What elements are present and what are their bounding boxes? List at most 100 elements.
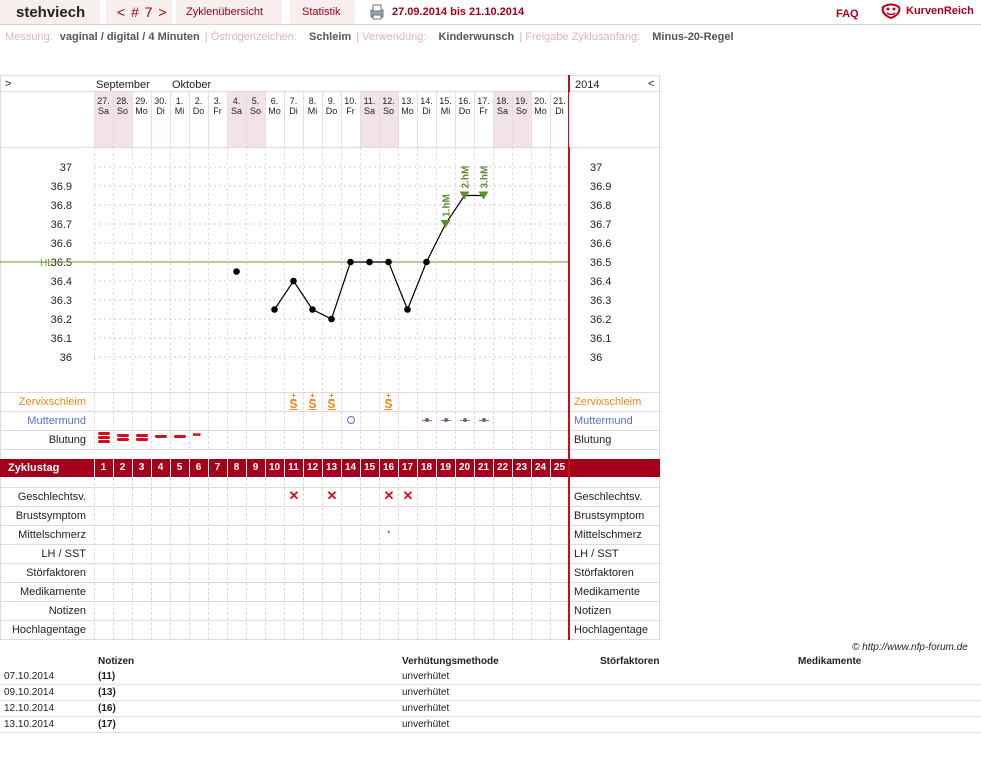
row-stoerfaktoren-label-right: Störfaktoren (574, 567, 634, 579)
row-grid-line (208, 392, 209, 449)
row-grid-line (550, 478, 551, 640)
day-grid-line (379, 92, 380, 147)
row-grid-line (455, 478, 456, 640)
day-weekday: Mi (174, 106, 185, 116)
zervix-symbol: + S (384, 391, 393, 411)
row-divider (0, 449, 660, 450)
col-disturbances: Störfaktoren (600, 656, 660, 667)
day-header-cell: 20. Mo (531, 96, 550, 116)
day-date: 30. (154, 96, 167, 106)
day-grid-line (284, 92, 285, 147)
high-temp-marker-label: 1.hM (442, 194, 453, 217)
cervix-dot-icon (462, 418, 467, 422)
y-tick-label-right: 36.7 (590, 219, 611, 231)
chart-nav-right[interactable]: < (648, 78, 654, 90)
row-hochlagentage-label-right: Hochlagentage (574, 624, 649, 636)
day-grid-line (569, 92, 570, 147)
row-zervixschleim-label: Zervixschleim (18, 396, 86, 408)
day-grid-line (531, 92, 532, 147)
day-header-cell: 19. So (512, 96, 531, 116)
day-date: 14. (420, 96, 433, 106)
bleeding-icon (116, 433, 129, 437)
day-header-cell: 18. Sa (493, 96, 512, 116)
notes-table: Notizen Verhütungsmethode Störfaktoren M… (0, 654, 981, 733)
chart-year: 2014 (575, 79, 600, 91)
cervix-dot-icon (481, 418, 486, 422)
cycle-day-number: 15 (363, 462, 376, 473)
day-date: 2. (194, 96, 203, 106)
day-date: 1. (175, 96, 184, 106)
day-grid-line (322, 92, 323, 147)
day-weekday: So (116, 106, 128, 116)
day-date: 27. (97, 96, 110, 106)
cycle-day-number: 8 (233, 462, 240, 473)
bleeding-icon (135, 433, 148, 437)
y-tick-label-left: 36 (60, 352, 72, 364)
day-date: 28. (116, 96, 129, 106)
day-weekday: Do (458, 106, 471, 116)
row-grid-line (265, 392, 266, 449)
day-date: 20. (534, 96, 547, 106)
day-weekday: Mo (135, 106, 148, 116)
day-weekday: Do (325, 106, 338, 116)
usage-value: Kinderwunsch (438, 31, 515, 43)
temperature-point (290, 277, 297, 285)
username-box[interactable]: stehviech (0, 0, 100, 24)
row-grid-line (189, 478, 190, 640)
table-row: 13.10.2014 (17) unverhütet (0, 716, 981, 733)
row-divider (0, 430, 660, 431)
printer-icon[interactable] (369, 4, 385, 20)
y-tick-label-left: 36.8 (51, 200, 72, 212)
kurvenreich-logo-icon[interactable] (880, 2, 902, 20)
cycle-day-number: 16 (382, 462, 395, 473)
cycle-day-number: 18 (420, 462, 433, 473)
tab-statistics[interactable]: Statistik (290, 0, 355, 24)
faq-link[interactable]: FAQ (836, 8, 859, 20)
row-lh-sst-label: LH / SST (41, 548, 86, 560)
row-zervixschleim-label-right: Zervixschleim (574, 396, 642, 408)
top-bar: stehviech < # 7 > Zyklenübersicht Statis… (0, 0, 981, 26)
row-grid-line (379, 392, 380, 449)
day-date: 6. (270, 96, 279, 106)
day-weekday: Di (156, 106, 165, 116)
y-tick-label-left: 36.4 (51, 276, 72, 288)
bleeding-icon (97, 436, 110, 439)
chart-nav-left[interactable]: > (5, 78, 11, 90)
row-notizen-label-right: Notizen (574, 605, 612, 617)
settings-row: Messung: vaginal / digital / 4 Minuten |… (5, 31, 734, 43)
cycle-nav[interactable]: < # 7 > (106, 0, 172, 24)
release-label: Freigabe Zyklusanfang: (525, 31, 641, 43)
day-grid-line (455, 92, 456, 147)
date-range: 27.09.2014 bis 21.10.2014 (392, 6, 525, 18)
day-grid-line (265, 92, 266, 147)
row-grid-line (512, 392, 513, 449)
day-date: 9. (327, 96, 336, 106)
temperature-point (423, 258, 430, 266)
y-tick-label-right: 36.5 (590, 257, 611, 269)
cycle-day-number: 22 (496, 462, 509, 473)
row-grid-line (550, 392, 551, 449)
day-grid-line (474, 92, 475, 147)
row-divider (0, 506, 660, 507)
day-grid-line (493, 92, 494, 147)
cycle-day-number: 24 (534, 462, 547, 473)
note-method: unverhütet (398, 684, 596, 701)
day-grid-line (170, 92, 171, 147)
day-grid-line (417, 92, 418, 147)
row-grid-line (341, 478, 342, 640)
day-date: 8. (308, 96, 317, 106)
day-date: 7. (289, 96, 298, 106)
y-tick-label-right: 36 (590, 352, 602, 364)
cycle-nav-label: < # 7 > (117, 4, 168, 20)
month-october: Oktober (172, 79, 212, 91)
day-weekday: Sa (97, 106, 109, 116)
day-weekday: So (515, 106, 527, 116)
row-divider (0, 563, 660, 564)
cycle-day-number: 25 (553, 462, 566, 473)
cycle-day-number: 20 (458, 462, 471, 473)
logo-text[interactable]: KurvenReich (906, 5, 974, 17)
tab-cycle-overview[interactable]: Zyklenübersicht (176, 0, 282, 24)
day-date: 21. (553, 96, 566, 106)
row-grid-line (170, 478, 171, 640)
cervix-dot-icon (443, 418, 448, 422)
